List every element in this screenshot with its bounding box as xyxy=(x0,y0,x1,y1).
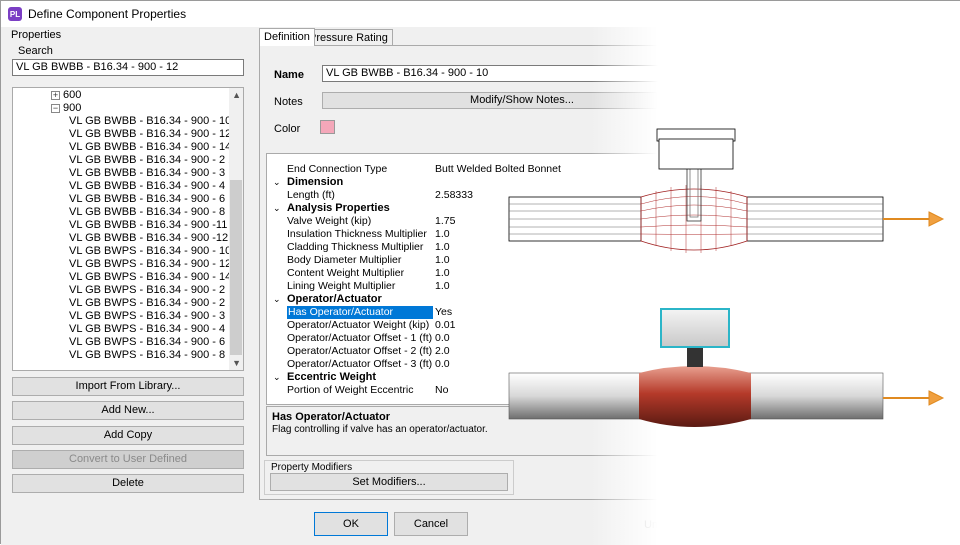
notes-label: Notes xyxy=(274,96,303,108)
app-icon: PL xyxy=(8,7,22,21)
grid-row-name: Valve Weight (kip) xyxy=(287,215,372,227)
modify-notes-button[interactable]: Modify/Show Notes... xyxy=(322,92,722,109)
grid-row-name: Body Diameter Multiplier xyxy=(287,254,402,266)
grid-row-value[interactable]: 1.0 xyxy=(435,280,450,293)
grid-row-value[interactable]: 1.0 xyxy=(435,241,450,254)
grid-row-name: Analysis Properties xyxy=(287,202,390,214)
grid-row-name: End Connection Type xyxy=(287,163,388,175)
tab-definition[interactable]: Definition xyxy=(259,28,315,46)
grid-row-name: Dimension xyxy=(287,176,344,188)
tree-item[interactable]: VL GB BWBB - B16.34 - 900 -12 xyxy=(69,232,228,245)
shaded-valve xyxy=(508,308,884,427)
grid-row-name: Operator/Actuator Offset - 3 (ft) xyxy=(287,358,433,370)
grid-row-name: Operator/Actuator xyxy=(287,293,382,305)
tree-item[interactable]: VL GB BWPS - B16.34 - 900 - 10 xyxy=(69,245,231,258)
cancel-button[interactable]: Cancel xyxy=(394,512,468,536)
grid-row-name: Eccentric Weight xyxy=(287,371,377,383)
grid-row-name: Has Operator/Actuator xyxy=(287,306,433,319)
title-bar: PL Define Component Properties xyxy=(1,1,960,27)
footer-bar: OK Cancel Units kip xyxy=(1,501,960,545)
property-modifiers-group: Property Modifiers Set Modifiers... xyxy=(264,460,514,495)
tree-item[interactable]: VL GB BWPS - B16.34 - 900 - 2 1/2 xyxy=(69,297,243,310)
tree-item[interactable]: VL GB BWBB - B16.34 - 900 - 8 xyxy=(69,206,225,219)
grid-row-name: Operator/Actuator Offset - 2 (ft) xyxy=(287,345,433,357)
grid-row-value[interactable]: 0.0 xyxy=(435,332,450,345)
collapse-caret-icon[interactable]: ⌄ xyxy=(273,176,281,189)
delete-button[interactable]: Delete xyxy=(12,474,244,493)
set-modifiers-button[interactable]: Set Modifiers... xyxy=(270,473,508,491)
scroll-up-icon[interactable]: ▲ xyxy=(232,90,241,100)
convert-to-user-defined-button[interactable]: Convert to User Defined xyxy=(12,450,244,469)
collapse-icon[interactable]: − xyxy=(51,104,60,113)
ok-button[interactable]: OK xyxy=(314,512,388,536)
add-new-button[interactable]: Add New... xyxy=(12,401,244,420)
collapse-caret-icon[interactable]: ⌄ xyxy=(273,371,281,384)
tree-item[interactable]: VL GB BWBB - B16.34 - 900 - 3 xyxy=(69,167,225,180)
color-swatch[interactable] xyxy=(320,120,335,134)
add-copy-button[interactable]: Add Copy xyxy=(12,426,244,445)
tree-item[interactable]: VL GB BWPS - B16.34 - 900 - 2 xyxy=(69,284,225,297)
scroll-down-icon[interactable]: ▼ xyxy=(232,358,241,368)
import-from-library-button[interactable]: Import From Library... xyxy=(12,377,244,396)
tree-item[interactable]: VL GB BWPS - B16.34 - 900 - 8 xyxy=(69,349,225,362)
properties-group-label: Properties xyxy=(11,29,62,41)
tree-item[interactable]: VL GB BWPS - B16.34 - 900 - 4 xyxy=(69,323,225,336)
name-input[interactable]: VL GB BWBB - B16.34 - 900 - 10 xyxy=(322,65,722,82)
grid-row-name: Insulation Thickness Multiplier xyxy=(287,228,427,240)
grid-row-name: Cladding Thickness Multiplier xyxy=(287,241,424,253)
wireframe-arrow xyxy=(883,211,945,227)
grid-row-name: Operator/Actuator Offset - 1 (ft) xyxy=(287,332,433,344)
scroll-thumb[interactable] xyxy=(230,180,242,355)
tab-pressure-rating[interactable]: Pressure Rating xyxy=(304,29,393,46)
grid-row-name: Operator/Actuator Weight (kip) xyxy=(287,319,430,331)
tree-item[interactable]: VL GB BWBB - B16.34 - 900 - 6 xyxy=(69,193,225,206)
tree-item[interactable]: VL GB BWBB - B16.34 - 900 - 12 xyxy=(69,128,231,141)
tree-item[interactable]: VL GB BWBB - B16.34 - 900 - 4 xyxy=(69,180,225,193)
component-tree[interactable]: + 600 − 900 VL GB BWBB - B16.34 - 900 - … xyxy=(12,87,244,371)
grid-row-name: Portion of Weight Eccentric xyxy=(287,384,414,396)
grid-row-value[interactable]: 2.58333 xyxy=(435,189,473,202)
tree-scrollbar[interactable]: ▲ ▼ xyxy=(229,88,243,370)
tree-item[interactable]: VL GB BWPS - B16.34 - 900 - 14 xyxy=(69,271,231,284)
tree-item[interactable]: VL GB BWPS - B16.34 - 900 - 12 xyxy=(69,258,231,271)
window-title: Define Component Properties xyxy=(28,7,187,21)
units-label: Units xyxy=(644,519,670,531)
wireframe-valve xyxy=(508,128,884,253)
grid-row-value[interactable]: 0.01 xyxy=(435,319,455,332)
dialog-window: PL Define Component Properties Propertie… xyxy=(0,0,960,545)
collapse-caret-icon[interactable]: ⌄ xyxy=(273,202,281,215)
tree-item[interactable]: VL GB BWBB - B16.34 - 900 - 14 xyxy=(69,141,231,154)
grid-row-name: Content Weight Multiplier xyxy=(287,267,405,279)
units-select[interactable]: kip xyxy=(671,517,701,532)
search-label: Search xyxy=(18,45,53,57)
grid-row-value[interactable]: 1.0 xyxy=(435,228,450,241)
tree-item[interactable]: VL GB BWBB - B16.34 - 900 - 10 xyxy=(69,115,231,128)
grid-row-name: Length (ft) xyxy=(287,189,335,201)
grid-row-value[interactable]: 1.0 xyxy=(435,267,450,280)
grid-row-value[interactable]: 2.0 xyxy=(435,345,450,358)
grid-row-name: Lining Weight Multiplier xyxy=(287,280,396,292)
color-label: Color xyxy=(274,123,301,135)
valve-illustration xyxy=(508,128,945,427)
grid-row-value[interactable]: 0.0 xyxy=(435,358,450,371)
grid-row-value[interactable]: No xyxy=(435,384,448,397)
tree-item[interactable]: VL GB BWBB - B16.34 - 900 -11 xyxy=(69,219,227,232)
tree-item[interactable]: VL GB BWPS - B16.34 - 900 - 6 xyxy=(69,336,225,349)
grid-row-value[interactable]: Yes xyxy=(435,306,452,319)
expand-icon[interactable]: + xyxy=(51,91,60,100)
grid-row-value[interactable]: 1.75 xyxy=(435,215,455,228)
collapse-caret-icon[interactable]: ⌄ xyxy=(273,293,281,306)
tree-item[interactable]: VL GB BWPS - B16.34 - 900 - 3 xyxy=(69,310,225,323)
description-title: Has Operator/Actuator xyxy=(272,411,390,423)
shaded-arrow xyxy=(883,390,945,406)
name-label: Name xyxy=(274,69,304,81)
tree-item[interactable]: VL GB BWBB - B16.34 - 900 - 2 1/2 xyxy=(69,154,243,167)
search-input[interactable]: VL GB BWBB - B16.34 - 900 - 12 xyxy=(12,59,244,76)
description-text: Flag controlling if valve has an operato… xyxy=(272,424,488,435)
grid-row-value[interactable]: 1.0 xyxy=(435,254,450,267)
